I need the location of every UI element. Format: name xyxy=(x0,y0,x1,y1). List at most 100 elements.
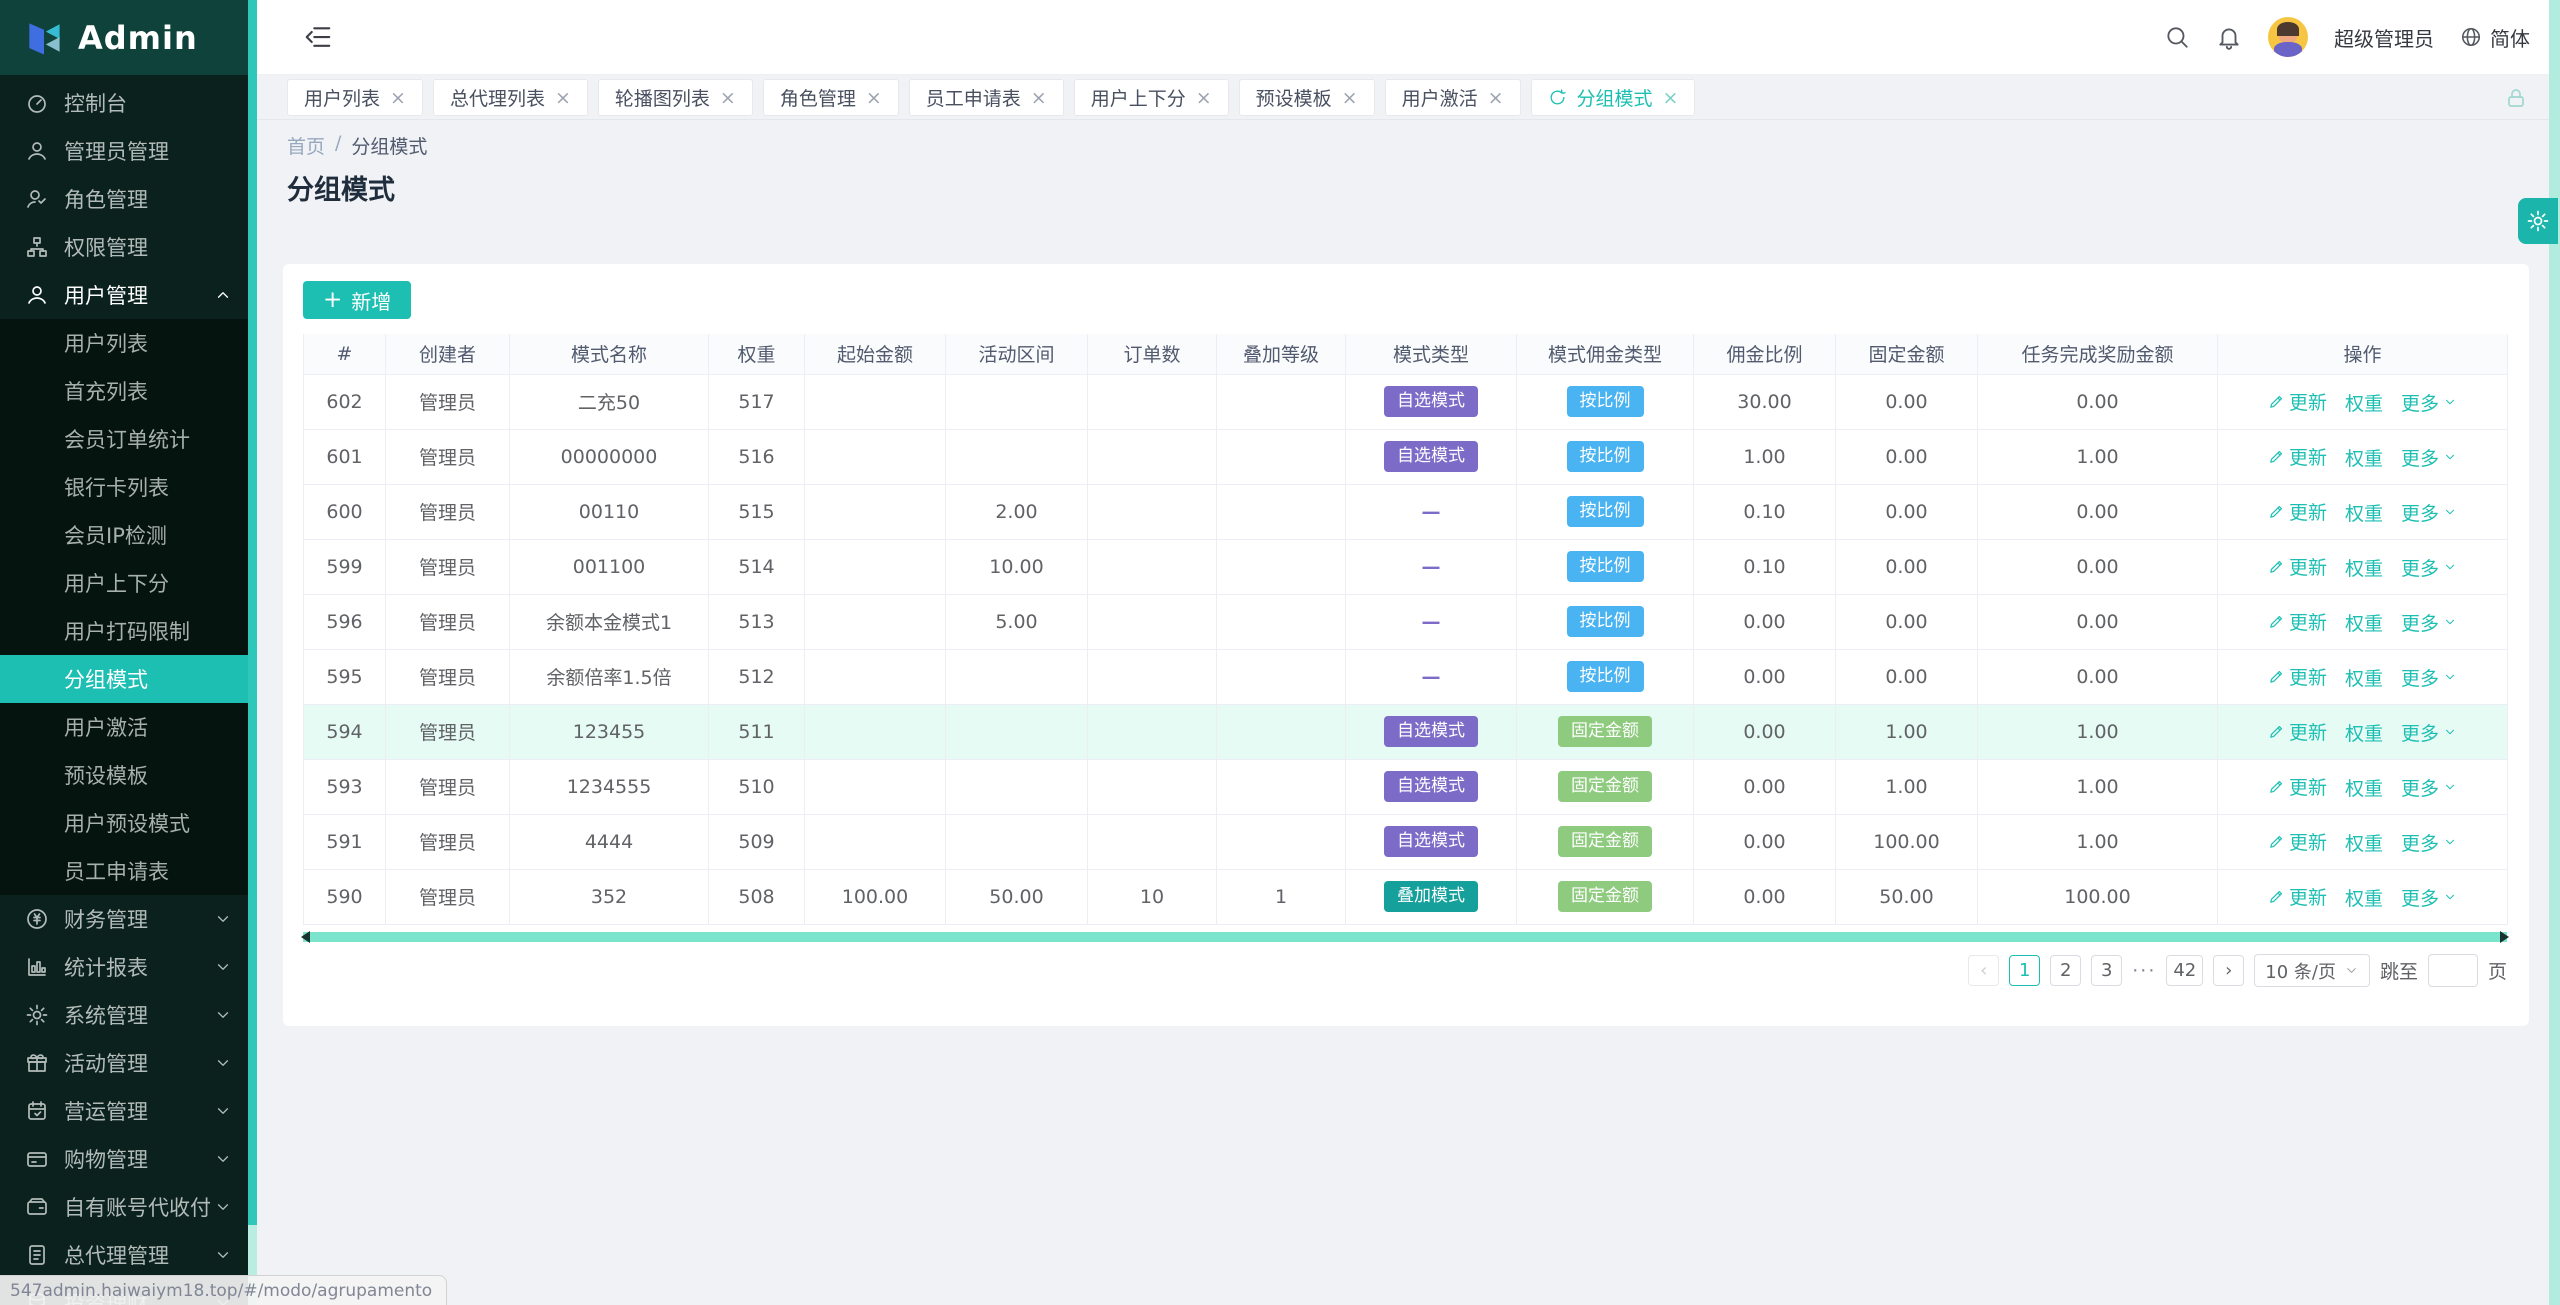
update-action[interactable]: 更新 xyxy=(2268,828,2327,855)
update-action[interactable]: 更新 xyxy=(2268,388,2327,415)
sidebar-scrollbar-thumb[interactable] xyxy=(248,0,257,1225)
weight-action[interactable]: 权重 xyxy=(2345,444,2383,471)
pagination-page-1[interactable]: 1 xyxy=(2009,955,2040,986)
sidebar-item-管理员管理[interactable]: 管理员管理 xyxy=(0,127,248,175)
sidebar-subitem-银行卡列表[interactable]: 银行卡列表 xyxy=(0,463,248,511)
weight-action[interactable]: 权重 xyxy=(2345,389,2383,416)
sidebar-item-用户管理[interactable]: 用户管理 xyxy=(0,271,248,319)
weight-action[interactable]: 权重 xyxy=(2345,499,2383,526)
more-action[interactable]: 更多 xyxy=(2401,389,2457,416)
tab-角色管理[interactable]: 角色管理× xyxy=(763,79,899,116)
sidebar-subitem-预设模板[interactable]: 预设模板 xyxy=(0,751,248,799)
pagination-page-2[interactable]: 2 xyxy=(2050,955,2081,986)
avatar[interactable] xyxy=(2268,17,2308,57)
update-action[interactable]: 更新 xyxy=(2268,498,2327,525)
tab-用户列表[interactable]: 用户列表× xyxy=(287,79,423,116)
update-action[interactable]: 更新 xyxy=(2268,553,2327,580)
sidebar-item-控制台[interactable]: 控制台 xyxy=(0,79,248,127)
weight-action[interactable]: 权重 xyxy=(2345,829,2383,856)
sidebar-subitem-用户激活[interactable]: 用户激活 xyxy=(0,703,248,751)
cell-creator: 管理员 xyxy=(386,539,510,594)
page-size-select[interactable]: 10 条/页 xyxy=(2254,954,2370,987)
tab-轮播图列表[interactable]: 轮播图列表× xyxy=(598,79,753,116)
update-action[interactable]: 更新 xyxy=(2268,773,2327,800)
sidebar-subitem-首充列表[interactable]: 首充列表 xyxy=(0,367,248,415)
update-action[interactable]: 更新 xyxy=(2268,663,2327,690)
sidebar-subitem-用户列表[interactable]: 用户列表 xyxy=(0,319,248,367)
update-action[interactable]: 更新 xyxy=(2268,443,2327,470)
more-action[interactable]: 更多 xyxy=(2401,719,2457,746)
sidebar-subitem-用户预设模式[interactable]: 用户预设模式 xyxy=(0,799,248,847)
more-action[interactable]: 更多 xyxy=(2401,499,2457,526)
tab-员工申请表[interactable]: 员工申请表× xyxy=(909,79,1064,116)
tab-分组模式[interactable]: 分组模式× xyxy=(1531,79,1696,116)
settings-fab[interactable] xyxy=(2518,198,2558,244)
more-action[interactable]: 更多 xyxy=(2401,884,2457,911)
sidebar-item-角色管理[interactable]: 角色管理 xyxy=(0,175,248,223)
pagination-next[interactable]: › xyxy=(2213,955,2244,986)
tab-close-icon[interactable]: × xyxy=(555,87,571,109)
page-scrollbar[interactable] xyxy=(2549,0,2560,1305)
sidebar-item-营运管理[interactable]: 营运管理 xyxy=(0,1087,248,1135)
tab-close-icon[interactable]: × xyxy=(1663,87,1679,109)
more-action[interactable]: 更多 xyxy=(2401,829,2457,856)
sidebar-item-财务管理[interactable]: 财务管理 xyxy=(0,895,248,943)
lock-icon[interactable] xyxy=(2504,86,2528,110)
pagination-page-42[interactable]: 42 xyxy=(2166,955,2203,986)
sidebar-item-总代理管理[interactable]: 总代理管理 xyxy=(0,1231,248,1279)
tab-close-icon[interactable]: × xyxy=(1342,87,1358,109)
language-switcher[interactable]: 简体 xyxy=(2460,23,2530,52)
sidebar-subitem-用户打码限制[interactable]: 用户打码限制 xyxy=(0,607,248,655)
tab-close-icon[interactable]: × xyxy=(866,87,882,109)
app-logo[interactable]: Admin xyxy=(0,0,248,75)
more-action[interactable]: 更多 xyxy=(2401,444,2457,471)
tab-close-icon[interactable]: × xyxy=(1196,87,1212,109)
scroll-right-arrow-icon[interactable] xyxy=(2500,931,2509,943)
dashboard-icon xyxy=(25,91,49,115)
sidebar-subitem-分组模式[interactable]: 分组模式 xyxy=(0,655,248,703)
pagination-ellipsis[interactable]: ··· xyxy=(2132,960,2156,982)
add-button[interactable]: + 新增 xyxy=(303,281,411,319)
sidebar-item-权限管理[interactable]: 权限管理 xyxy=(0,223,248,271)
tab-close-icon[interactable]: × xyxy=(1488,87,1504,109)
update-action[interactable]: 更新 xyxy=(2268,883,2327,910)
user-name[interactable]: 超级管理员 xyxy=(2334,23,2434,52)
tab-预设模板[interactable]: 预设模板× xyxy=(1239,79,1375,116)
sidebar-item-自有账号代收付[interactable]: 自有账号代收付 xyxy=(0,1183,248,1231)
sidebar-item-系统管理[interactable]: 系统管理 xyxy=(0,991,248,1039)
update-action[interactable]: 更新 xyxy=(2268,608,2327,635)
sidebar-subitem-会员IP检测[interactable]: 会员IP检测 xyxy=(0,511,248,559)
more-action[interactable]: 更多 xyxy=(2401,664,2457,691)
breadcrumb-item[interactable]: 首页 xyxy=(287,132,325,159)
sidebar-subitem-会员订单统计[interactable]: 会员订单统计 xyxy=(0,415,248,463)
more-action[interactable]: 更多 xyxy=(2401,774,2457,801)
tab-总代理列表[interactable]: 总代理列表× xyxy=(433,79,588,116)
weight-action[interactable]: 权重 xyxy=(2345,609,2383,636)
horizontal-scrollbar[interactable] xyxy=(303,932,2507,942)
tab-close-icon[interactable]: × xyxy=(720,87,736,109)
tab-用户激活[interactable]: 用户激活× xyxy=(1385,79,1521,116)
scroll-left-arrow-icon[interactable] xyxy=(301,931,310,943)
weight-action[interactable]: 权重 xyxy=(2345,774,2383,801)
bell-icon[interactable] xyxy=(2216,24,2242,50)
sidebar-item-活动管理[interactable]: 活动管理 xyxy=(0,1039,248,1087)
jump-page-input[interactable] xyxy=(2428,954,2478,987)
weight-action[interactable]: 权重 xyxy=(2345,554,2383,581)
update-action[interactable]: 更新 xyxy=(2268,718,2327,745)
weight-action[interactable]: 权重 xyxy=(2345,664,2383,691)
sidebar-item-购物管理[interactable]: 购物管理 xyxy=(0,1135,248,1183)
tab-close-icon[interactable]: × xyxy=(1031,87,1047,109)
sidebar-scrollbar[interactable] xyxy=(248,0,257,1305)
sidebar-subitem-用户上下分[interactable]: 用户上下分 xyxy=(0,559,248,607)
weight-action[interactable]: 权重 xyxy=(2345,884,2383,911)
tab-用户上下分[interactable]: 用户上下分× xyxy=(1074,79,1229,116)
weight-action[interactable]: 权重 xyxy=(2345,719,2383,746)
sidebar-subitem-员工申请表[interactable]: 员工申请表 xyxy=(0,847,248,895)
search-icon[interactable] xyxy=(2164,24,2190,50)
sidebar-collapse-icon[interactable] xyxy=(303,22,333,52)
tab-close-icon[interactable]: × xyxy=(390,87,406,109)
pagination-page-3[interactable]: 3 xyxy=(2091,955,2122,986)
more-action[interactable]: 更多 xyxy=(2401,554,2457,581)
sidebar-item-统计报表[interactable]: 统计报表 xyxy=(0,943,248,991)
more-action[interactable]: 更多 xyxy=(2401,609,2457,636)
